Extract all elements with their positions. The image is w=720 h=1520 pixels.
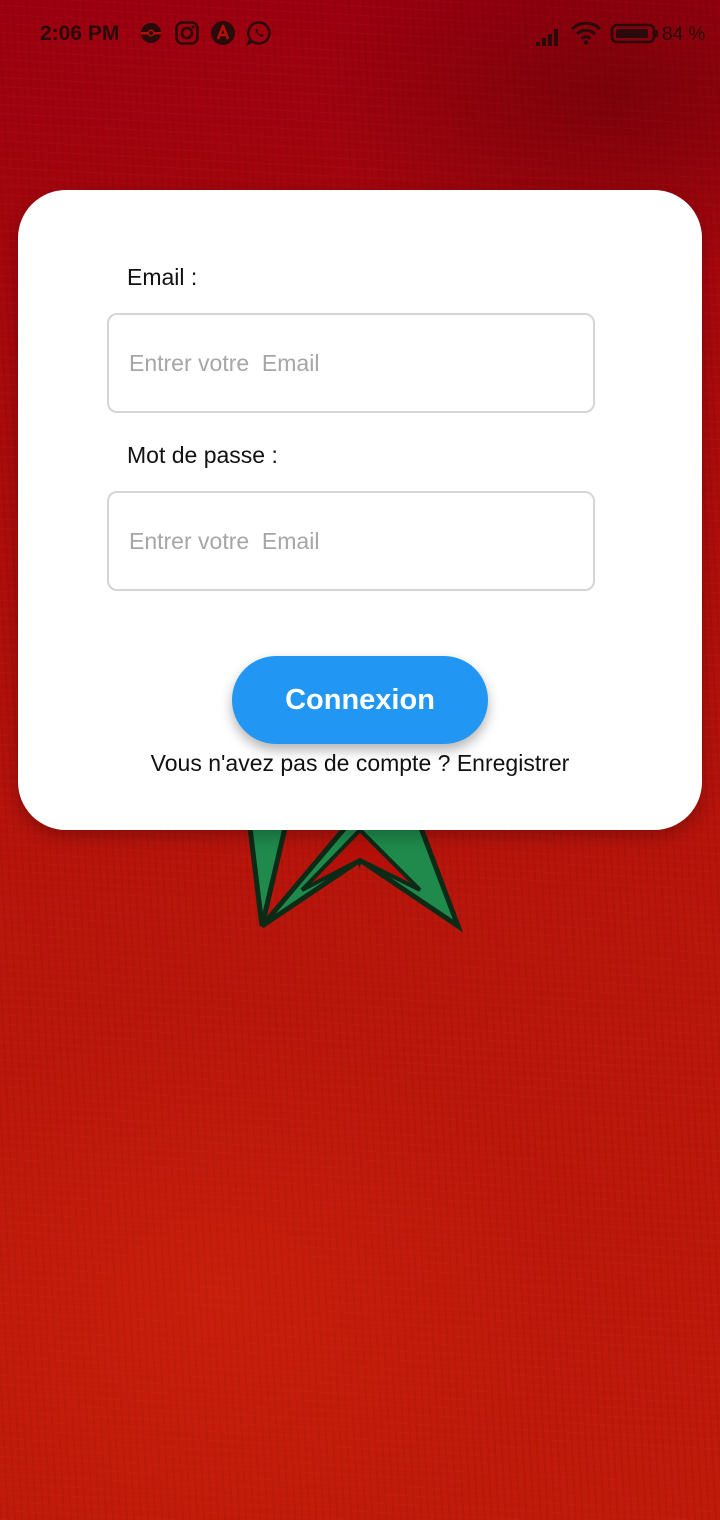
- battery-icon: [610, 23, 658, 44]
- password-label: Mot de passe :: [127, 442, 278, 468]
- app-a-icon: [211, 21, 235, 45]
- email-label: Email :: [127, 264, 198, 290]
- connexion-button[interactable]: Connexion: [232, 656, 488, 744]
- register-line: Vous n'avez pas de compte ? Enregistrer: [18, 750, 702, 777]
- status-time: 2:06 PM: [40, 22, 120, 45]
- pokeball-icon: [141, 23, 161, 43]
- wifi-icon: [570, 21, 602, 45]
- email-field-box: [107, 313, 595, 413]
- login-card: Email : Mot de passe : Connexion Vous n'…: [18, 190, 702, 830]
- password-field-box: [107, 491, 595, 591]
- signal-icon: [536, 29, 558, 46]
- register-link[interactable]: Enregistrer: [457, 750, 569, 776]
- whatsapp-icon: [246, 21, 271, 46]
- email-input[interactable]: [109, 315, 593, 411]
- password-input[interactable]: [109, 493, 593, 589]
- register-prompt: Vous n'avez pas de compte ?: [150, 750, 451, 776]
- instagram-icon: [175, 21, 199, 45]
- battery-percent: 84 %: [662, 24, 706, 45]
- status-bar: 2:06 PM 84 %: [0, 0, 720, 70]
